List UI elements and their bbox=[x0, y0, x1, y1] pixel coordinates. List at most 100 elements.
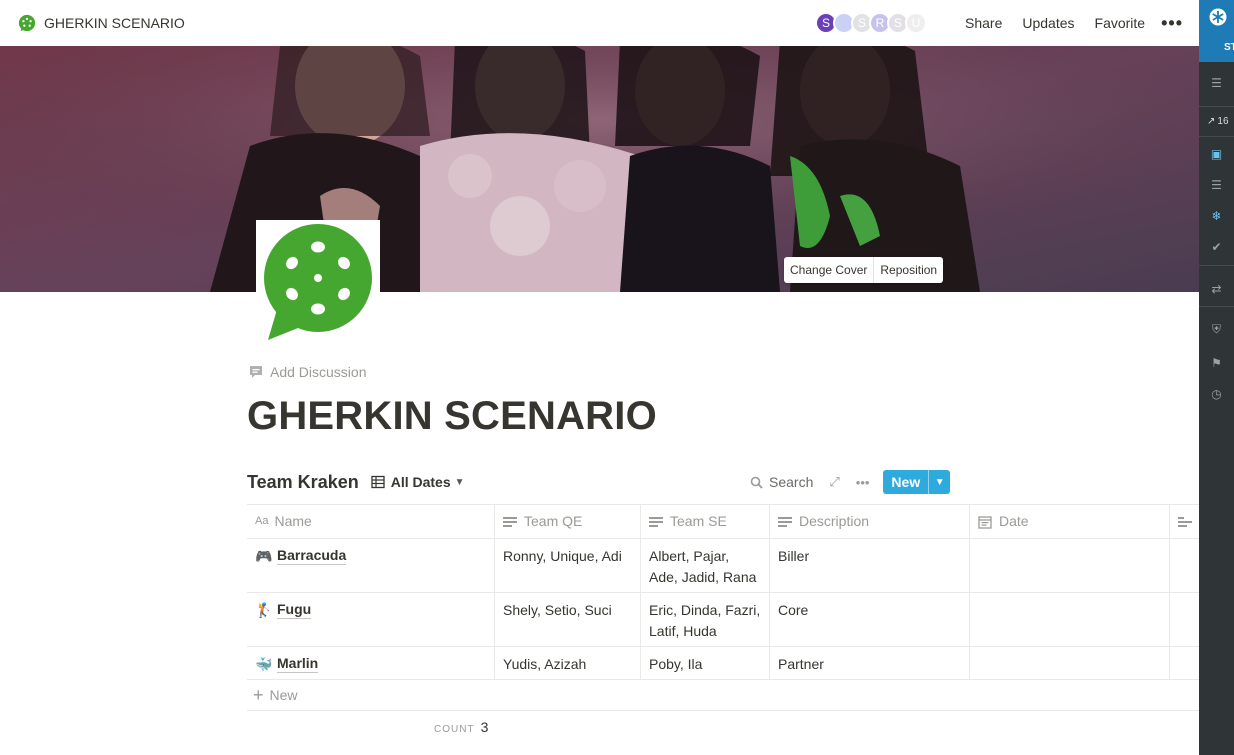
top-bar: GHERKIN SCENARIO SSRSU Share Updates Fav… bbox=[0, 0, 1199, 46]
divider bbox=[1199, 306, 1234, 307]
date-cell[interactable] bbox=[970, 647, 1170, 679]
collaborator-avatars[interactable]: SSRSU bbox=[815, 12, 927, 34]
view-selector-label: All Dates bbox=[390, 474, 451, 490]
divider bbox=[1199, 106, 1234, 107]
column-header-label: Date bbox=[999, 513, 1029, 529]
trend-icon: ↗ bbox=[1207, 115, 1216, 127]
team-se-cell[interactable]: Poby, Ila bbox=[641, 647, 770, 679]
updates-button[interactable]: Updates bbox=[1022, 15, 1074, 31]
column-header-label: Team SE bbox=[670, 513, 727, 529]
cover-controls: Change Cover Reposition bbox=[784, 257, 944, 283]
trend-item[interactable]: ↗ 16 bbox=[1199, 108, 1234, 134]
extra-cell[interactable] bbox=[1170, 647, 1199, 679]
row-name[interactable]: Marlin bbox=[277, 654, 319, 673]
title-property-icon: Aa bbox=[255, 515, 269, 527]
description-cell[interactable]: Biller bbox=[770, 539, 970, 592]
avatar[interactable]: U bbox=[905, 12, 927, 34]
chevron-down-icon[interactable]: ▼ bbox=[928, 470, 950, 494]
column-header-name[interactable]: Aa Name bbox=[247, 505, 495, 538]
tag-icon[interactable]: ⚑ bbox=[1199, 350, 1234, 376]
expand-icon[interactable]: ⤢ bbox=[829, 474, 839, 490]
cucumber-logo-icon bbox=[18, 14, 36, 32]
favorite-button[interactable]: Favorite bbox=[1095, 15, 1146, 31]
page-icon[interactable] bbox=[256, 220, 380, 344]
date-cell[interactable] bbox=[970, 539, 1170, 592]
search-icon bbox=[750, 476, 763, 489]
name-cell[interactable]: 🎮 Barracuda bbox=[247, 539, 495, 592]
description-cell[interactable]: Partner bbox=[770, 647, 970, 679]
team-qe-cell[interactable]: Yudis, Azizah bbox=[495, 647, 641, 679]
team-se-cell[interactable]: Eric, Dinda, Fazri, Latif, Huda bbox=[641, 593, 770, 646]
team-qe-cell[interactable]: Ronny, Unique, Adi bbox=[495, 539, 641, 592]
database-title[interactable]: Team Kraken bbox=[247, 472, 359, 493]
row-emoji-icon: 🐳 bbox=[255, 656, 273, 672]
name-cell[interactable]: 🐳 Marlin bbox=[247, 647, 495, 679]
snowflake-icon[interactable]: ❄ bbox=[1199, 203, 1234, 229]
search-label: Search bbox=[769, 474, 814, 490]
database-table: Aa Name Team QE Team SE Description Date bbox=[247, 504, 1199, 711]
text-property-icon bbox=[1178, 516, 1192, 527]
plus-icon: + bbox=[253, 685, 264, 705]
breadcrumb[interactable]: GHERKIN SCENARIO bbox=[18, 14, 185, 32]
view-selector[interactable]: All Dates ▼ bbox=[371, 474, 465, 490]
table-row[interactable]: 🎮 Barracuda Ronny, Unique, Adi Albert, P… bbox=[247, 539, 1199, 593]
column-header-team-se[interactable]: Team SE bbox=[641, 505, 770, 538]
cover-photo bbox=[0, 46, 1199, 292]
extension-label: ST bbox=[1224, 42, 1234, 53]
extra-cell[interactable] bbox=[1170, 593, 1199, 646]
name-cell[interactable]: 🏌 Fugu bbox=[247, 593, 495, 646]
list-icon[interactable]: ☰ bbox=[1199, 172, 1234, 198]
count-summary[interactable]: COUNT 3 bbox=[434, 719, 488, 735]
column-header-description[interactable]: Description bbox=[770, 505, 970, 538]
snowflake-logo-icon bbox=[1209, 8, 1227, 26]
trend-value: 16 bbox=[1217, 115, 1229, 127]
column-header-date[interactable]: Date bbox=[970, 505, 1170, 538]
text-property-icon bbox=[778, 516, 792, 527]
more-options-button[interactable]: ••• bbox=[1161, 14, 1183, 32]
shield-icon[interactable]: ⛨ bbox=[1199, 316, 1234, 342]
column-header-more[interactable] bbox=[1170, 505, 1199, 538]
extension-header[interactable]: ST bbox=[1199, 0, 1234, 62]
breadcrumb-title: GHERKIN SCENARIO bbox=[44, 15, 185, 31]
reposition-button[interactable]: Reposition bbox=[873, 257, 943, 283]
row-name[interactable]: Fugu bbox=[277, 600, 312, 619]
table-row[interactable]: 🏌 Fugu Shely, Setio, Suci Eric, Dinda, F… bbox=[247, 593, 1199, 647]
add-row-label: New bbox=[269, 687, 298, 703]
divider bbox=[1199, 136, 1234, 137]
new-button-label: New bbox=[891, 474, 921, 490]
change-cover-button[interactable]: Change Cover bbox=[784, 257, 873, 283]
database-icon[interactable]: ▣ bbox=[1199, 141, 1234, 167]
column-header-label: Name bbox=[274, 513, 312, 529]
page-title[interactable]: GHERKIN SCENARIO bbox=[247, 394, 657, 439]
comment-icon bbox=[250, 366, 262, 378]
column-header-team-qe[interactable]: Team QE bbox=[495, 505, 641, 538]
right-sidebar: ST ☰ ↗ 16 ▣ ☰ ❄ ✔ ⇄ ⛨ ⚑ ◷ bbox=[1199, 0, 1234, 755]
share-button[interactable]: Share bbox=[965, 15, 1002, 31]
extra-cell[interactable] bbox=[1170, 539, 1199, 592]
clock-icon[interactable]: ◷ bbox=[1199, 381, 1234, 407]
count-value: 3 bbox=[480, 719, 489, 735]
team-qe-cell[interactable]: Shely, Setio, Suci bbox=[495, 593, 641, 646]
table-row[interactable]: 🐳 Marlin Yudis, Azizah Poby, Ila Partner bbox=[247, 647, 1199, 680]
description-cell[interactable]: Core bbox=[770, 593, 970, 646]
table-header-row: Aa Name Team QE Team SE Description Date bbox=[247, 505, 1199, 539]
text-property-icon bbox=[503, 516, 517, 527]
new-button[interactable]: New ▼ bbox=[883, 470, 951, 494]
team-se-cell[interactable]: Albert, Pajar, Ade, Jadid, Rana bbox=[641, 539, 770, 592]
toggle-icon[interactable]: ⇄ bbox=[1199, 276, 1234, 302]
column-header-label: Description bbox=[799, 513, 870, 529]
date-cell[interactable] bbox=[970, 593, 1170, 646]
cover-image bbox=[0, 46, 1199, 292]
count-label: COUNT bbox=[434, 724, 475, 735]
check-icon[interactable]: ✔ bbox=[1199, 234, 1234, 260]
divider bbox=[1199, 265, 1234, 266]
table-icon bbox=[371, 475, 385, 489]
row-name[interactable]: Barracuda bbox=[277, 546, 347, 565]
more-options-icon[interactable]: ••• bbox=[856, 475, 870, 490]
add-discussion-label: Add Discussion bbox=[270, 364, 367, 380]
add-row-button[interactable]: + New bbox=[247, 680, 1199, 711]
menu-icon[interactable]: ☰ bbox=[1199, 70, 1234, 96]
add-discussion-button[interactable]: Add Discussion bbox=[249, 364, 367, 380]
search-button[interactable]: Search bbox=[750, 474, 813, 490]
cucumber-icon bbox=[264, 224, 372, 340]
